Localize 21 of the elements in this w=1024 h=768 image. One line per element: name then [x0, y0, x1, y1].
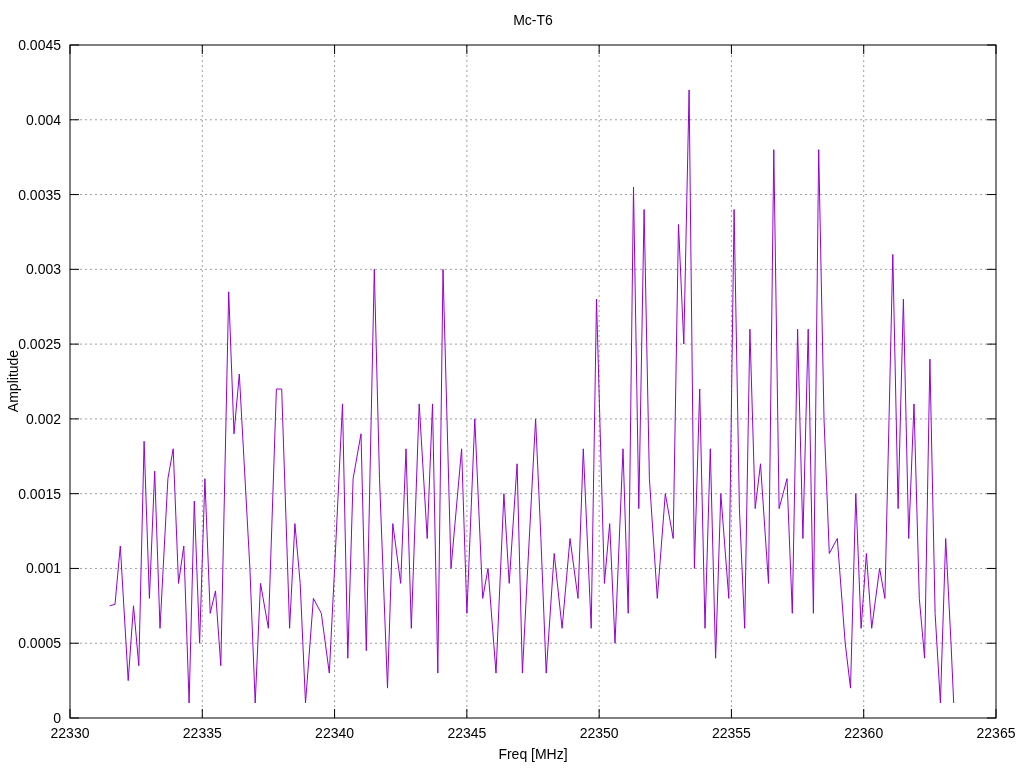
- y-tick-label: 0.0025: [18, 336, 61, 353]
- y-tick-label: 0.0035: [18, 186, 61, 203]
- x-tick-label: 22335: [182, 725, 222, 741]
- x-tick-label: 22350: [579, 725, 619, 741]
- y-tick-label: 0.0015: [18, 485, 61, 502]
- y-tick-label: 0.0045: [18, 37, 61, 53]
- y-axis-label: Amplitude: [5, 349, 21, 413]
- x-tick-label: 22345: [447, 725, 487, 741]
- x-tick-label: 22330: [50, 725, 90, 741]
- y-tick-label: 0.004: [25, 111, 61, 128]
- x-axis-label: Freq [MHz]: [498, 746, 568, 762]
- x-tick-label: 22340: [315, 725, 355, 741]
- x-tick-label: 22355: [711, 725, 751, 741]
- y-tick-label: 0.003: [25, 261, 61, 278]
- y-tick-label: 0.002: [25, 410, 61, 427]
- chart-title: Mc-T6: [513, 12, 553, 28]
- x-tick-label: 22365: [976, 725, 1016, 741]
- y-tick-label: 0: [53, 710, 61, 726]
- x-tick-label: 22360: [844, 725, 884, 741]
- y-tick-label: 0.001: [25, 560, 61, 577]
- y-tick-label: 0.0005: [18, 635, 61, 652]
